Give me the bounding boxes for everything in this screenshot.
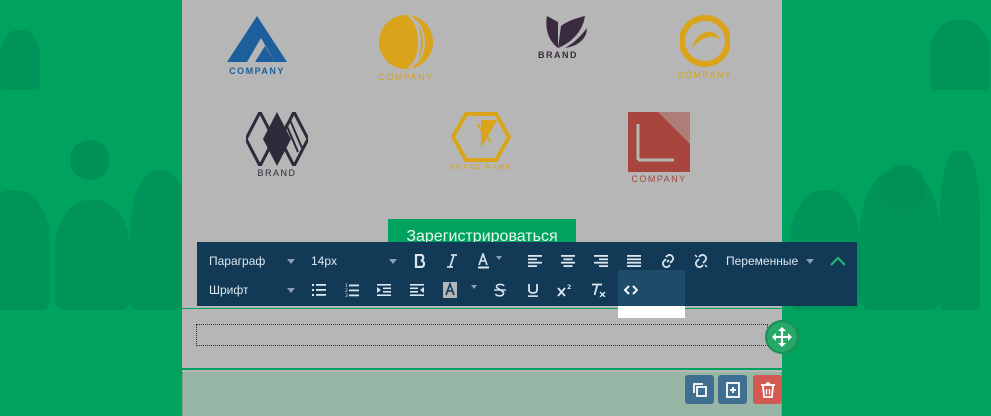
chevron-down-icon xyxy=(806,258,814,264)
logo-caption: COMPANY xyxy=(677,70,733,80)
logo-caption: BRAND xyxy=(257,168,297,178)
underline-icon xyxy=(528,284,538,297)
clear-formatting-icon xyxy=(592,283,606,297)
align-left-button[interactable] xyxy=(525,247,545,275)
unlink-icon xyxy=(694,254,708,268)
bg-silhouette xyxy=(930,20,990,90)
italic-icon xyxy=(447,254,457,268)
bg-silhouette xyxy=(940,150,980,310)
rich-text-toolbar: Параграф 14px Переменные Шрифт 1 2 3 2 xyxy=(197,242,857,306)
text-input-area[interactable] xyxy=(196,324,768,346)
bold-button[interactable] xyxy=(410,247,430,275)
outdent-icon xyxy=(410,284,424,296)
diamonds-logo-icon xyxy=(246,112,308,166)
email-template-panel: COMPANY COMPANY BRAND COMPANY BRAND BRAN… xyxy=(182,0,782,416)
copy-icon xyxy=(692,382,707,397)
bg-silhouette xyxy=(130,170,190,310)
font-size-select[interactable]: 14px xyxy=(299,247,399,275)
bulleted-list-button[interactable] xyxy=(309,276,329,304)
font-size-select-label: 14px xyxy=(311,254,338,268)
logo-caption: BRAND xyxy=(538,50,578,60)
bg-head xyxy=(70,140,110,180)
paragraph-select-label: Параграф xyxy=(209,254,266,268)
collapse-toolbar-button[interactable] xyxy=(827,247,849,275)
superscript-icon: 2 xyxy=(557,284,571,297)
code-icon xyxy=(624,285,638,295)
leaf-logo-icon xyxy=(546,16,587,48)
paragraph-select[interactable]: Параграф xyxy=(197,247,297,275)
bg-silhouette xyxy=(55,200,130,310)
clear-formatting-button[interactable] xyxy=(588,276,608,304)
strikethrough-button[interactable] xyxy=(490,276,510,304)
indent-icon xyxy=(377,284,391,296)
variables-select[interactable]: Переменные xyxy=(714,247,816,275)
font-family-select[interactable]: Шрифт xyxy=(197,276,297,304)
delete-block-button[interactable] xyxy=(753,375,782,404)
remove-link-button[interactable] xyxy=(691,247,711,275)
triangle-logo-icon xyxy=(227,16,287,62)
outdent-button[interactable] xyxy=(407,276,427,304)
highlight-color-icon xyxy=(443,281,477,298)
svg-text:3: 3 xyxy=(345,293,348,297)
move-block-handle[interactable] xyxy=(765,320,799,354)
add-block-button[interactable] xyxy=(718,375,747,404)
align-left-icon xyxy=(528,255,542,267)
logo-caption: COMPANY xyxy=(229,66,285,76)
chevron-down-icon xyxy=(389,258,397,264)
text-color-icon xyxy=(478,253,502,269)
align-center-icon xyxy=(561,255,575,267)
align-right-icon xyxy=(594,255,608,267)
logo-brand-leaf: BRAND xyxy=(525,16,591,60)
add-document-icon xyxy=(725,381,740,398)
chevron-down-icon xyxy=(287,287,295,293)
bold-icon xyxy=(414,254,426,268)
bg-silhouette xyxy=(0,30,40,90)
insert-link-button[interactable] xyxy=(658,247,678,275)
align-justify-button[interactable] xyxy=(624,247,644,275)
font-family-select-label: Шрифт xyxy=(209,283,249,297)
logo-company-gold-ring: COMPANY xyxy=(677,14,732,80)
numbered-list-button[interactable]: 1 2 3 xyxy=(342,276,362,304)
link-icon xyxy=(661,254,675,268)
source-code-button[interactable] xyxy=(621,276,641,304)
logo-caption: COMPANY xyxy=(378,72,434,82)
text-color-button[interactable] xyxy=(475,247,505,275)
ring-logo-icon xyxy=(679,15,730,67)
logo-caption: BRAND NAME xyxy=(450,164,512,171)
duplicate-block-button[interactable] xyxy=(685,375,714,404)
editable-text-block[interactable] xyxy=(182,308,782,370)
variables-select-label: Переменные xyxy=(726,254,799,268)
align-center-button[interactable] xyxy=(558,247,578,275)
indent-button[interactable] xyxy=(374,276,394,304)
svg-text:2: 2 xyxy=(567,284,571,291)
circle-logo-icon xyxy=(379,14,433,70)
trash-icon xyxy=(760,382,775,398)
highlight-color-button[interactable] xyxy=(440,276,480,304)
align-right-button[interactable] xyxy=(591,247,611,275)
strikethrough-icon xyxy=(494,283,506,297)
move-arrows-icon xyxy=(772,327,792,347)
underline-button[interactable] xyxy=(523,276,543,304)
square-logo-icon xyxy=(628,112,690,172)
logo-company-blue: COMPANY xyxy=(227,16,287,76)
bg-silhouette xyxy=(0,190,50,310)
hexagon-logo-icon xyxy=(450,112,511,162)
italic-button[interactable] xyxy=(442,247,462,275)
bg-head xyxy=(880,165,926,211)
numbered-list-icon: 1 2 3 xyxy=(345,283,359,297)
chevron-up-icon xyxy=(830,256,846,266)
code-button-indicator xyxy=(618,306,685,318)
logo-brand-name-hexagon: BRAND NAME xyxy=(450,112,512,171)
align-justify-icon xyxy=(627,255,641,267)
logo-caption: COMPANY xyxy=(631,174,687,184)
logo-brand-diamonds: BRAND xyxy=(246,112,308,178)
logo-company-red-square: COMPANY xyxy=(628,112,690,184)
bulleted-list-icon xyxy=(312,284,326,296)
chevron-down-icon xyxy=(287,258,295,264)
superscript-button[interactable]: 2 xyxy=(555,276,575,304)
logo-company-gold-circle: COMPANY xyxy=(375,14,437,82)
